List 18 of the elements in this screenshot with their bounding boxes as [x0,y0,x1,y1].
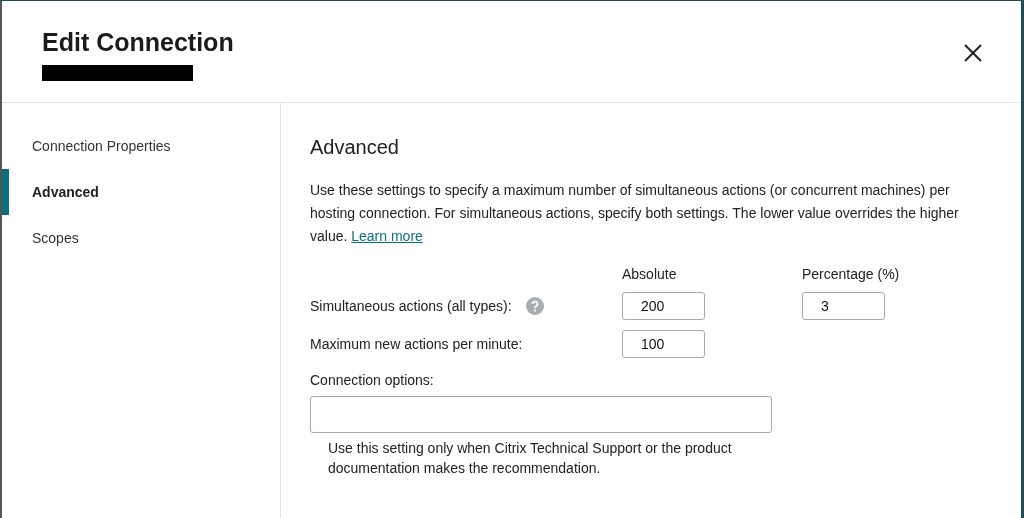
learn-more-link[interactable]: Learn more [351,228,423,244]
field-label: Connection options: [310,372,434,388]
description-text: Use these settings to specify a maximum number of simultaneous actions (or concurrent machines) per hosting connection. For simultaneous actions, specify both settings. The lower value overrides the higher value. Learn more [310,181,960,246]
sidebar-item[interactable]: Connection Properties [2,123,280,169]
dialog-title: Edit Connection [42,27,234,57]
section-heading: Advanced [310,135,400,160]
input-field[interactable]: 100 [622,330,705,358]
sidebar-item[interactable]: Scopes [2,215,280,261]
input-field[interactable] [310,396,772,433]
help-icon[interactable] [525,297,544,315]
sidebar-item[interactable]: Advanced [2,169,280,215]
field-label: Simultaneous actions (all types): [310,298,512,314]
note-text: Use this setting only when Citrix Technical Support or the product documentation makes the recommendation. [328,439,733,478]
input-field[interactable]: 200 [622,292,705,320]
field-label: Maximum new actions per minute: [310,336,523,352]
column-header: Absolute [622,266,678,282]
input-field[interactable]: 3 [802,292,885,320]
column-header: Percentage (%) [802,266,901,282]
